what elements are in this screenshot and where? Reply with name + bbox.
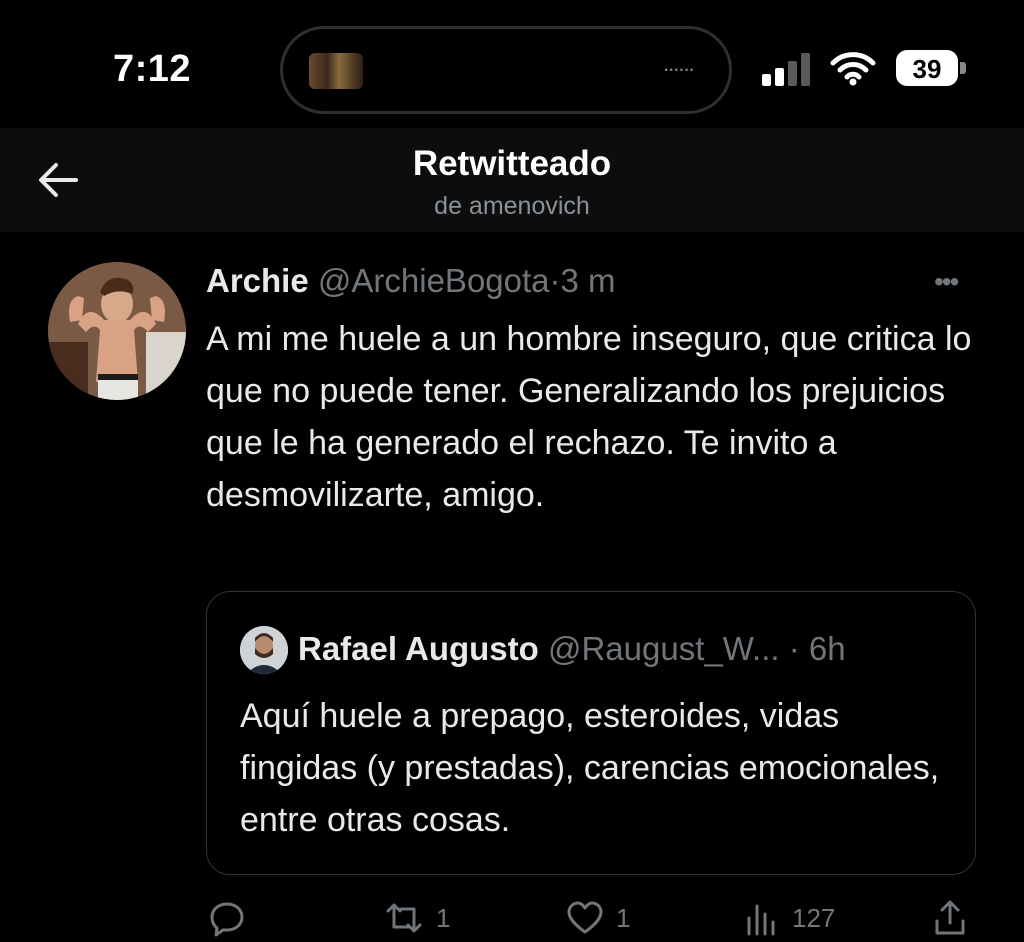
dynamic-island[interactable]: ...... <box>280 26 732 114</box>
separator: · <box>788 630 800 667</box>
battery-level: 39 <box>912 54 942 84</box>
quoted-header: Rafael Augusto @Raugust_W... · 6h <box>298 630 846 668</box>
heart-icon <box>567 901 603 934</box>
battery-nub <box>960 62 966 74</box>
separator: · <box>549 262 561 299</box>
reply-icon <box>210 902 244 937</box>
media-thumbnail <box>309 53 363 89</box>
avatar[interactable] <box>48 262 186 400</box>
cellular-signal-icon <box>762 52 814 86</box>
quoted-author-handle[interactable]: @Raugust_W... <box>548 630 780 667</box>
share-button[interactable] <box>932 898 968 938</box>
quoted-author-name[interactable]: Rafael Augusto <box>298 630 539 667</box>
like-button[interactable]: 1 <box>566 898 630 938</box>
like-count: 1 <box>616 902 631 933</box>
views-count: 127 <box>792 902 836 933</box>
more-dots-icon: ...... <box>663 51 695 76</box>
author-name[interactable]: Archie <box>206 262 309 299</box>
more-options-icon[interactable]: ••• <box>934 266 959 298</box>
quoted-avatar[interactable] <box>240 626 288 674</box>
views-button[interactable]: 127 <box>744 898 835 938</box>
wifi-icon <box>830 52 876 86</box>
retweet-button[interactable]: 1 <box>384 898 450 938</box>
page-title: Retwitteado <box>412 144 612 183</box>
tweet-text: A mi me huele a un hombre inseguro, que … <box>206 320 972 514</box>
tweet-time: 3 m <box>560 262 616 299</box>
quoted-time: 6h <box>808 630 846 667</box>
share-icon <box>935 900 965 935</box>
author-handle[interactable]: @ArchieBogota <box>318 262 550 299</box>
battery-icon: 39 <box>896 50 958 86</box>
tweet-header: Archie @ArchieBogota·3 m <box>206 262 616 300</box>
retweet-icon <box>386 903 422 933</box>
status-time: 7:12 <box>113 48 192 90</box>
reply-button[interactable] <box>208 898 246 938</box>
retweet-count: 1 <box>436 902 451 933</box>
views-icon <box>747 904 775 936</box>
quoted-text: Aquí huele a prepago, esteroides, vidas … <box>240 697 940 839</box>
page-subtitle: de amenovich <box>434 192 590 220</box>
